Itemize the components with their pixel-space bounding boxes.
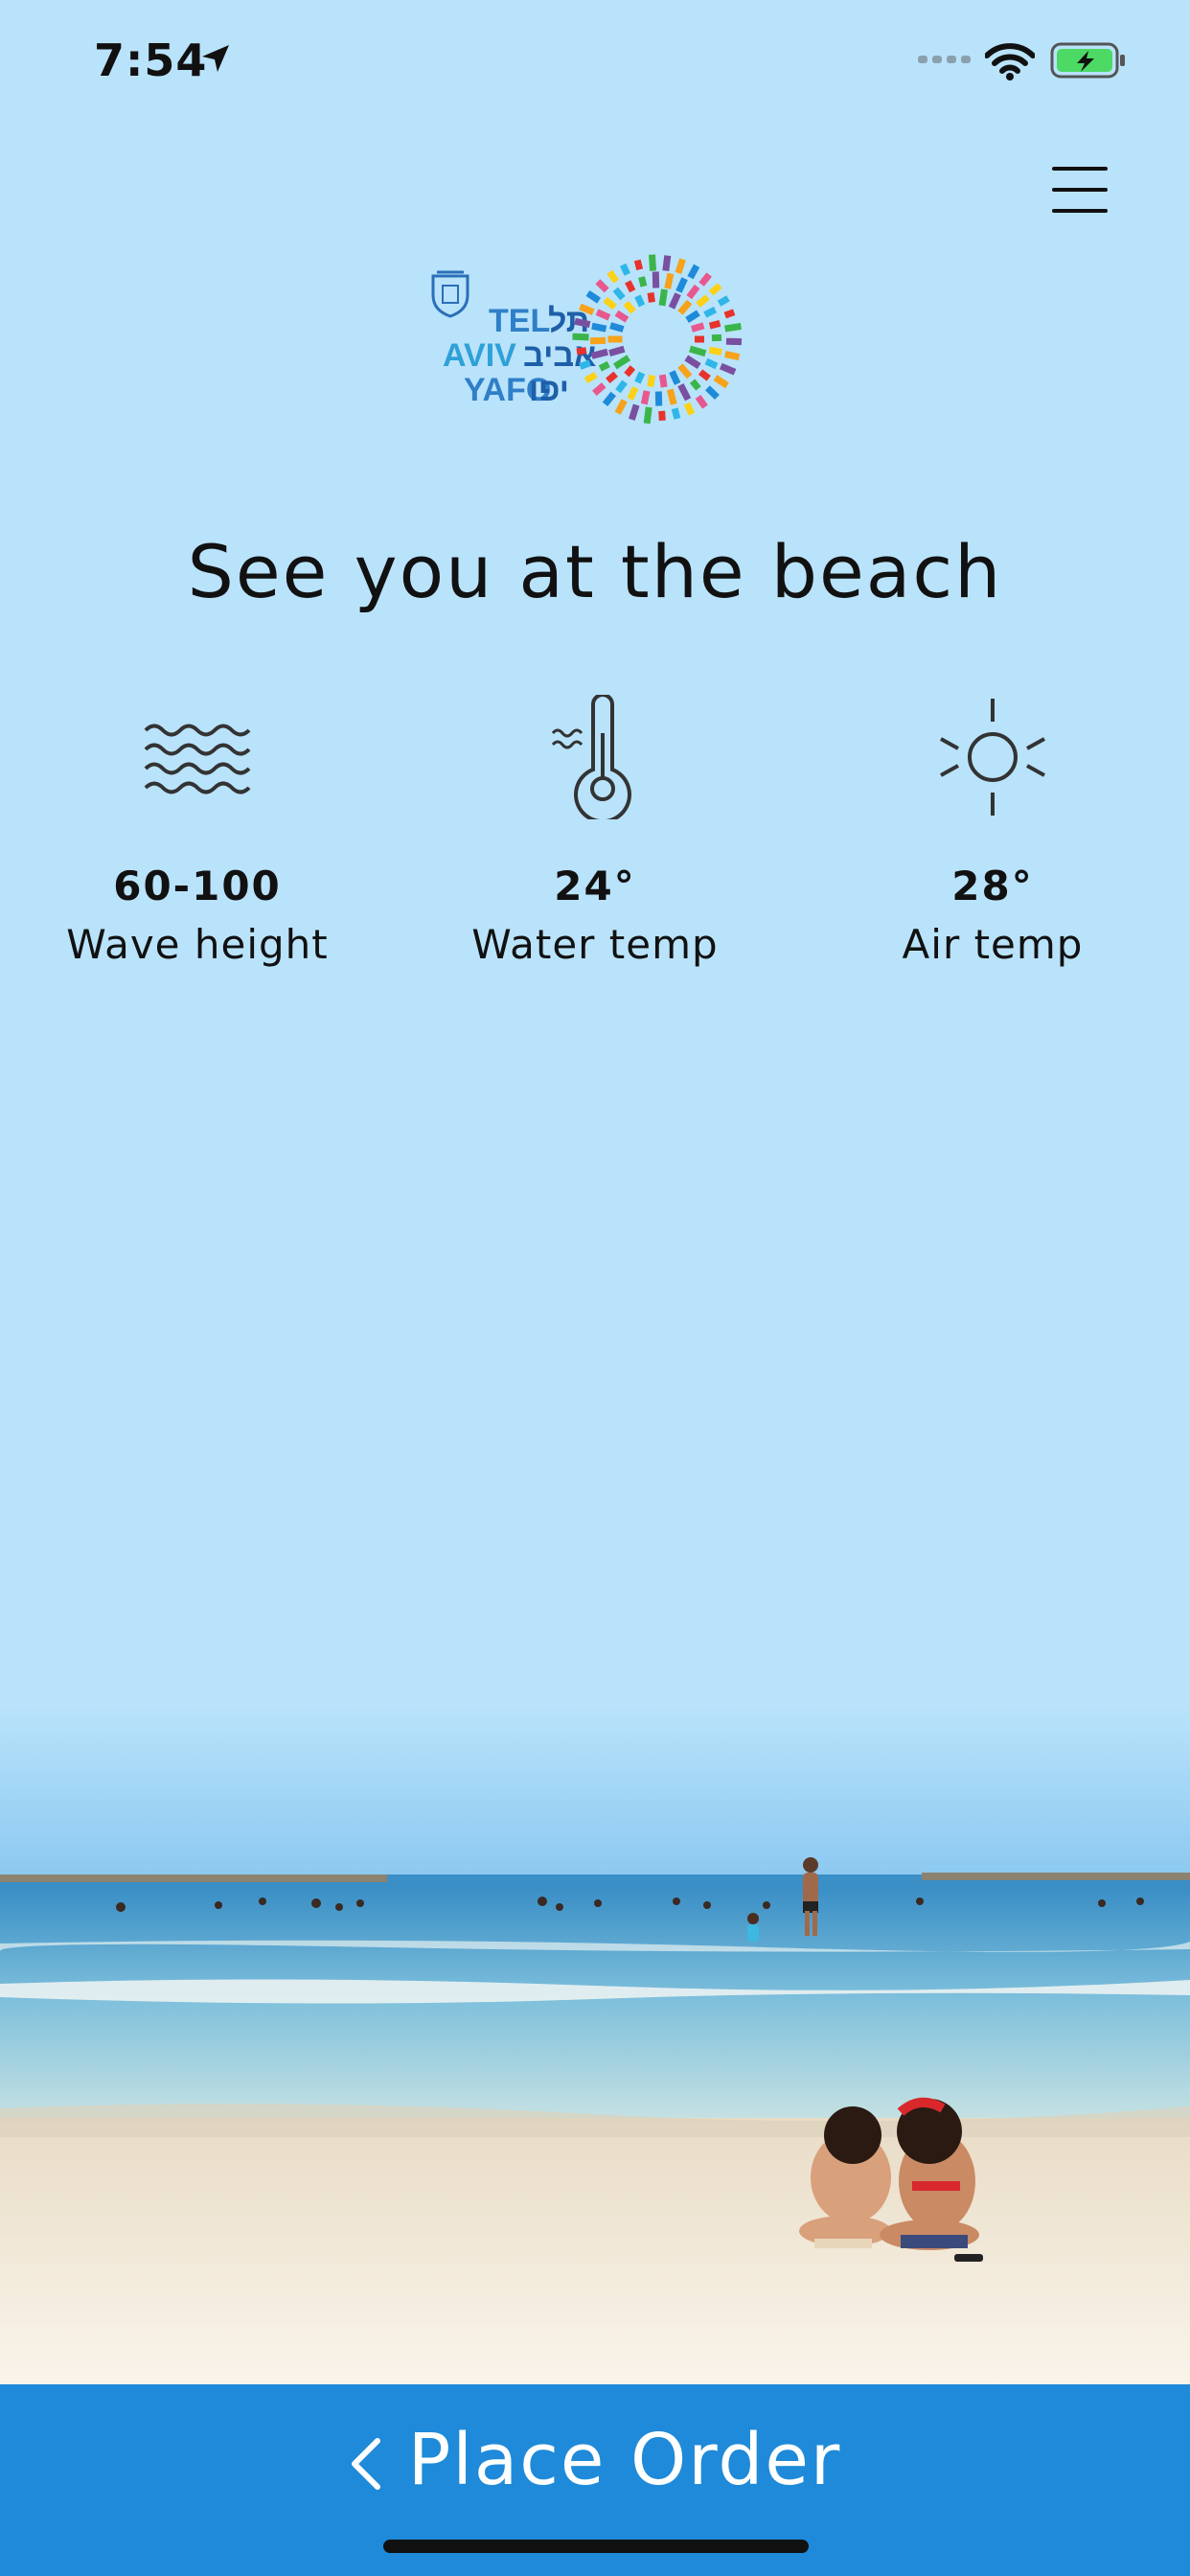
logo-burst-graphic [572,254,743,425]
page-title: See you at the beach [187,529,1003,614]
wave-height-value: 60-100 [113,862,282,909]
beach-photo [0,1706,1190,2384]
air-temp-value: 28° [951,862,1034,909]
waves-icon [144,724,251,794]
home-indicator[interactable] [383,2540,809,2553]
sun-icon [940,699,1045,816]
water-temp-label: Water temp [471,921,719,968]
place-order-label: Place Order [407,2419,842,2501]
logo-text-aviv-he: אביב [523,337,596,374]
air-temp-stat: 28° Air temp [830,690,1156,968]
city-emblem-icon [431,270,469,318]
logo-text-tel: TEL [489,303,550,339]
thermometer-icon [551,695,631,819]
logo-text-yafo-he: יפו [529,372,569,408]
logo-text-aviv: AVIV [443,337,516,374]
hamburger-menu-icon [1052,167,1108,171]
battery-charging-icon [1050,42,1125,79]
wifi-icon [985,43,1035,80]
menu-button[interactable] [1044,161,1117,218]
chevron-left-icon [351,2438,380,2491]
status-time: 7:54 [94,34,208,86]
tel-aviv-yafo-logo: TEL AVIV YAFO תל אביב יפו [431,254,743,425]
status-bar: 7:54 [0,0,1190,134]
wave-height-label: Wave height [66,921,329,968]
air-temp-label: Air temp [902,921,1084,968]
wave-height-stat: 60-100 Wave height [34,690,360,968]
signal-icon [918,56,971,63]
water-temp-stat: 24° Water temp [432,690,758,968]
location-arrow-icon [202,45,229,72]
water-temp-value: 24° [554,862,636,909]
